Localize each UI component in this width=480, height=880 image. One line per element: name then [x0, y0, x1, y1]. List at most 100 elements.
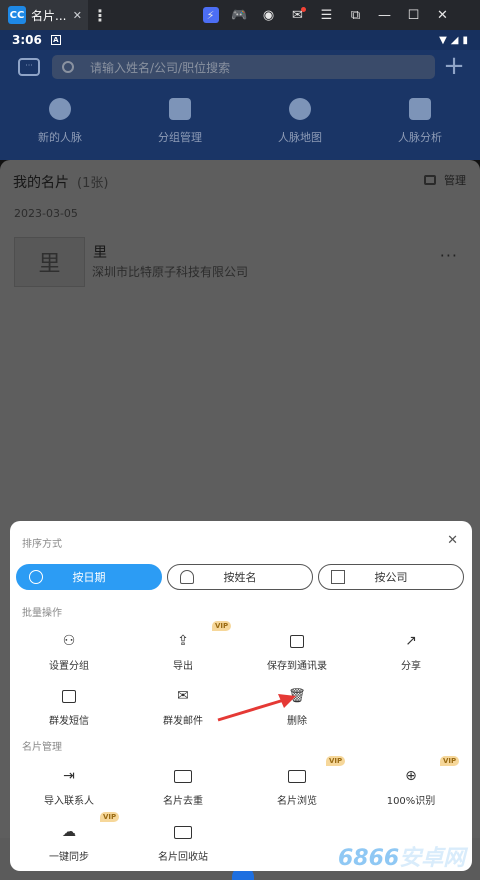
vip-badge: VIP [440, 756, 460, 766]
search-placeholder: 请输入姓名/公司/职位搜索 [90, 60, 231, 75]
wifi-icon: ▼ [439, 34, 447, 46]
action-label: 导入联系人 [44, 796, 94, 807]
sort-by-date-button[interactable]: 按日期 [16, 564, 162, 590]
title-text: 我的名片 [13, 175, 69, 191]
dedupe-cards-button[interactable]: 名片去重 [126, 766, 240, 807]
add-button[interactable]: + [443, 52, 465, 80]
quick-label: 人脉地图 [278, 131, 322, 144]
close-icon[interactable]: ✕ [428, 0, 457, 30]
tab-close-icon[interactable]: ✕ [73, 9, 82, 22]
popout-icon[interactable]: ⧉ [341, 0, 370, 30]
analysis-chart-icon [409, 98, 431, 120]
action-label: 名片回收站 [158, 852, 208, 863]
vip-badge: VIP [100, 812, 120, 822]
share-button[interactable]: ↗ 分享 [354, 631, 468, 672]
manage-section-title: 名片管理 [22, 742, 62, 753]
card-thumbnail: 里 [14, 237, 85, 287]
sort-by-company-button[interactable]: 按公司 [318, 564, 464, 590]
manage-button[interactable]: 管理 [424, 172, 466, 188]
action-label: 群发短信 [49, 716, 89, 727]
app-tab[interactable]: CC 名片... ✕ [0, 0, 88, 30]
card-company: 深圳市比特原子科技有限公司 [92, 265, 249, 279]
quick-group-manage[interactable]: 分组管理 [120, 98, 240, 145]
clock-icon [29, 570, 43, 584]
manage-label: 管理 [444, 174, 466, 187]
close-icon[interactable]: ✕ [447, 533, 458, 548]
set-group-button[interactable]: ⚇ 设置分组 [12, 631, 126, 672]
action-label: 保存到通讯录 [267, 661, 327, 672]
more-vertical-icon[interactable]: ⋮ [88, 6, 112, 25]
save-to-contacts-button[interactable]: 保存到通讯录 [240, 631, 354, 672]
action-label: 名片浏览 [277, 796, 317, 807]
quick-label: 新的人脉 [38, 131, 82, 144]
browse-cards-button[interactable]: VIP 名片浏览 [240, 756, 354, 807]
notification-icon: A [50, 35, 61, 45]
vip-badge: VIP [212, 621, 232, 631]
export-icon: ⇪ [177, 633, 189, 649]
import-contacts-button[interactable]: ⇥ 导入联系人 [12, 766, 126, 807]
share-icon: ↗ [405, 633, 417, 649]
recognition-button[interactable]: ⊕ VIP 100%识别 [354, 756, 468, 807]
group-settings-icon: ⚇ [62, 633, 76, 649]
quick-label: 分组管理 [158, 131, 202, 144]
card-count: (1张) [77, 176, 109, 191]
recycle-card-icon [172, 822, 194, 842]
more-horizontal-icon[interactable]: ··· [440, 246, 458, 265]
date-header: 2023-03-05 [14, 207, 78, 220]
batch-section-title: 批量操作 [22, 608, 62, 619]
address-book-icon [286, 631, 308, 651]
export-button[interactable]: ⇪ VIP 导出 [126, 621, 240, 672]
building-icon [331, 570, 345, 584]
action-label: 导出 [173, 661, 193, 672]
minimize-icon[interactable]: — [370, 0, 399, 30]
search-icon [62, 61, 74, 73]
maximize-icon[interactable]: ☐ [399, 0, 428, 30]
annotation-arrow-icon [217, 694, 296, 722]
action-label: 分享 [401, 661, 421, 672]
menu-icon[interactable]: ☰ [312, 0, 341, 30]
one-click-sync-button[interactable]: ☁ VIP 一键同步 [12, 812, 126, 863]
card-browse-icon [286, 766, 308, 786]
status-time: 3:06 [12, 33, 42, 47]
card-name: 里 [93, 245, 107, 261]
card-recycle-bin-button[interactable]: 名片回收站 [126, 822, 240, 863]
quick-actions: 新的人脉 分组管理 人脉地图 人脉分析 [0, 98, 480, 145]
gamepad-icon[interactable]: 🎮 [225, 0, 254, 30]
app-header: ··· 请输入姓名/公司/职位搜索 + 新的人脉 分组管理 人脉地图 人脉分析 [0, 50, 480, 160]
quick-contact-analysis[interactable]: 人脉分析 [360, 98, 480, 145]
notification-dot [301, 7, 306, 12]
emulator-titlebar: CC 名片... ✕ ⋮ ⚡ 🎮 ◉ ✉ ☰ ⧉ — ☐ ✕ [0, 0, 480, 30]
email-icon: ✉ [177, 688, 189, 704]
battery-icon: ▮ [462, 34, 468, 46]
action-label: 名片去重 [163, 796, 203, 807]
action-label: 设置分组 [49, 661, 89, 672]
account-icon[interactable]: ◉ [254, 0, 283, 30]
layers-icon [424, 175, 436, 185]
vip-badge: VIP [326, 756, 346, 766]
group-folder-icon [169, 98, 191, 120]
group-sms-button[interactable]: 群发短信 [12, 686, 126, 727]
dedupe-card-icon [172, 766, 194, 786]
sort-label: 按日期 [72, 571, 106, 584]
quick-new-contacts[interactable]: 新的人脉 [0, 98, 120, 145]
sort-by-name-button[interactable]: 按姓名 [167, 564, 313, 590]
app-logo: CC [8, 6, 26, 24]
bolt-icon[interactable]: ⚡ [196, 0, 225, 30]
map-pin-icon [289, 98, 311, 120]
watermark-number: 6866 [338, 846, 400, 871]
cloud-sync-icon: ☁ [62, 824, 76, 840]
mail-icon[interactable]: ✉ [283, 0, 312, 30]
list-item[interactable]: 里 里 深圳市比特原子科技有限公司 ··· [14, 237, 464, 287]
search-input[interactable]: 请输入姓名/公司/职位搜索 [52, 55, 435, 79]
watermark-text: 安卓网 [399, 846, 466, 871]
quick-label: 人脉分析 [398, 131, 442, 144]
quick-contact-map[interactable]: 人脉地图 [240, 98, 360, 145]
sort-label: 按公司 [374, 571, 408, 584]
tab-title: 名片... [31, 8, 67, 23]
target-icon: ⊕ [405, 768, 417, 784]
status-bar: 3:06 A ▼ ◢ ▮ [0, 30, 480, 50]
new-contacts-icon [49, 98, 71, 120]
chat-icon[interactable]: ··· [18, 58, 40, 76]
sms-icon [58, 686, 80, 706]
import-contact-icon: ⇥ [63, 768, 75, 784]
